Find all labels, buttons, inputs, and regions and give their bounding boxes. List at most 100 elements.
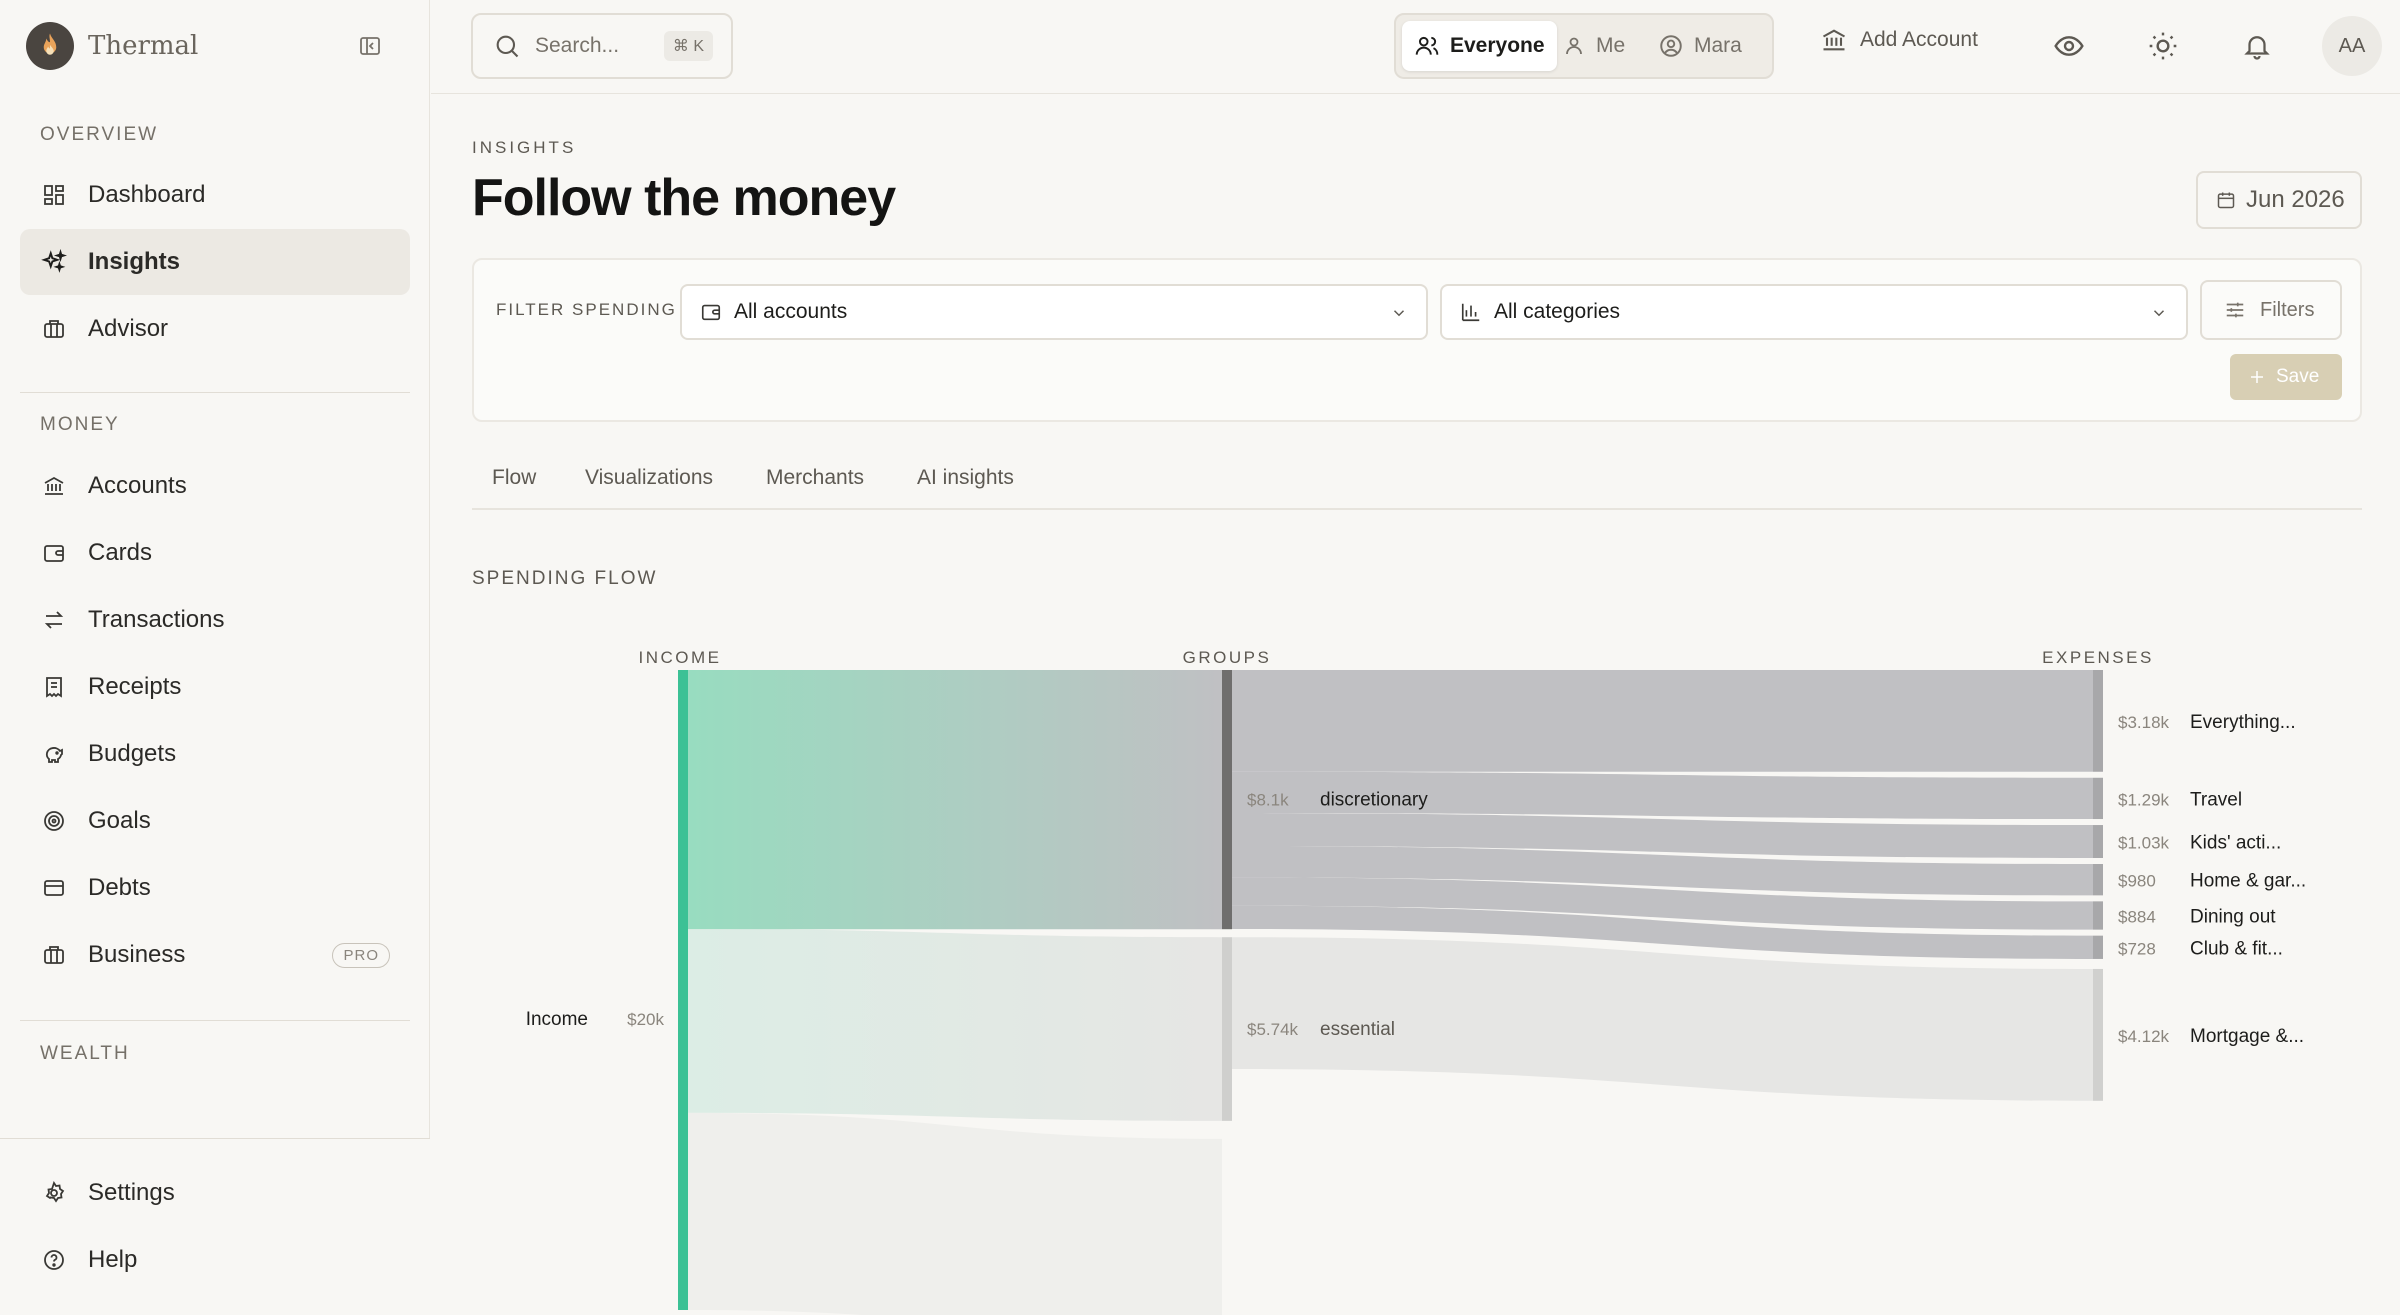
search-icon (493, 32, 521, 60)
sidebar-divider (20, 392, 410, 393)
page-eyebrow: INSIGHTS (472, 138, 577, 157)
sankey-link-income-essential[interactable] (688, 929, 1222, 1121)
view-tabs: Flow Visualizations Merchants AI insight… (472, 448, 2362, 510)
collapse-sidebar-icon[interactable] (356, 32, 384, 60)
briefcase-icon (40, 315, 68, 343)
section-label-wealth: WEALTH (40, 1043, 130, 1064)
sankey-label-essential: essential (1320, 1019, 1395, 1040)
search-shortcut: ⌘ K (663, 31, 713, 61)
calendar-icon (2216, 190, 2236, 210)
sun-icon[interactable] (2145, 28, 2181, 64)
sidebar-item-cards[interactable]: Cards (20, 520, 410, 586)
sidebar-item-advisor[interactable]: Advisor (20, 296, 410, 362)
column-label-expenses: EXPENSES (2042, 648, 2154, 667)
sparkles-icon (40, 248, 68, 276)
avatar[interactable]: AA (2322, 16, 2382, 76)
tab-ai-insights[interactable]: AI insights (917, 466, 1014, 490)
sidebar-item-insights[interactable]: Insights (20, 229, 410, 295)
plus-icon (2248, 368, 2266, 386)
users-icon (1414, 33, 1440, 59)
sidebar-item-help[interactable]: Help (20, 1227, 410, 1293)
gear-icon (40, 1179, 68, 1207)
categories-select[interactable]: All categories (1440, 284, 2188, 340)
sankey-node-essential[interactable] (1222, 937, 1232, 1121)
scope-label: Everyone (1450, 34, 1545, 57)
tab-visualizations[interactable]: Visualizations (585, 466, 713, 490)
sidebar-item-label: Transactions (88, 606, 225, 633)
sankey-label-kids: Kids' acti... (2190, 833, 2281, 854)
scope-mara-button[interactable]: Mara (1646, 21, 1754, 71)
eye-icon[interactable] (2051, 28, 2087, 64)
sidebar-item-label: Accounts (88, 472, 187, 499)
sankey-link-income-other[interactable] (688, 1112, 1222, 1315)
search-placeholder: Search... (535, 34, 620, 57)
filters-label: Filters (2260, 298, 2315, 321)
user-icon (1562, 34, 1586, 58)
sankey-node-mortgage[interactable] (2093, 968, 2103, 1101)
date-label: Jun 2026 (2246, 186, 2345, 213)
piggy-bank-icon (40, 740, 68, 768)
filter-panel: FILTER SPENDING All accounts All categor… (472, 258, 2362, 422)
accounts-select[interactable]: All accounts (680, 284, 1428, 340)
sankey-value-travel: $1.29k (2118, 790, 2170, 809)
date-picker-button[interactable]: Jun 2026 (2196, 171, 2362, 229)
sankey-node-discretionary[interactable] (1222, 670, 1232, 930)
flame-logo-icon (26, 22, 74, 70)
sidebar-item-settings[interactable]: Settings (20, 1160, 410, 1226)
brand[interactable]: Thermal (26, 22, 198, 70)
column-label-income: INCOME (639, 648, 722, 667)
tab-flow[interactable]: Flow (492, 466, 536, 490)
sankey-node-everything[interactable] (2093, 670, 2103, 772)
accounts-select-value: All accounts (734, 300, 848, 323)
sankey-node-travel[interactable] (2093, 777, 2103, 820)
sankey-node-club[interactable] (2093, 935, 2103, 959)
user-circle-icon (1658, 33, 1684, 59)
help-icon (40, 1246, 68, 1274)
sankey-value-income: $20k (627, 1010, 664, 1029)
sidebar-item-transactions[interactable]: Transactions (20, 587, 410, 653)
sidebar-item-goals[interactable]: Goals (20, 788, 410, 854)
sankey-value-everything: $3.18k (2118, 713, 2170, 732)
sidebar-item-label: Dashboard (88, 181, 206, 208)
sidebar-item-label: Budgets (88, 740, 177, 767)
sankey-label-home: Home & gar... (2190, 871, 2306, 892)
sankey-value-kids: $1.03k (2118, 834, 2170, 853)
filter-label: FILTER SPENDING (496, 300, 677, 319)
scope-me-button[interactable]: Me (1550, 21, 1637, 71)
search-input[interactable]: Search... ⌘ K (471, 13, 733, 79)
sankey-link-discretionary-everything[interactable] (1232, 670, 2093, 772)
sidebar-item-label: Advisor (88, 315, 169, 342)
sidebar-item-receipts[interactable]: Receipts (20, 654, 410, 720)
sidebar-item-budgets[interactable]: Budgets (20, 721, 410, 787)
sankey-label-dining: Dining out (2190, 907, 2276, 928)
spending-flow-sankey: INCOME GROUPS EXPENSES $3.18k Everything...… (526, 648, 2306, 1315)
sankey-value-dining: $884 (2118, 908, 2156, 927)
add-account-button[interactable]: Add Account (1820, 26, 1978, 54)
sidebar-item-dashboard[interactable]: Dashboard (20, 162, 410, 228)
sidebar-item-accounts[interactable]: Accounts (20, 453, 410, 519)
save-filter-button[interactable]: Save (2230, 354, 2342, 400)
sidebar-item-label: Business (88, 941, 186, 968)
filters-button[interactable]: Filters (2200, 280, 2342, 340)
sankey-node-income[interactable] (678, 670, 688, 1310)
sankey-node-home[interactable] (2093, 864, 2103, 896)
sidebar-item-business[interactable]: Business PRO (20, 922, 410, 988)
briefcase-icon (40, 941, 68, 969)
sankey-node-dining[interactable] (2093, 901, 2103, 930)
receipt-icon (40, 673, 68, 701)
sankey-node-kids[interactable] (2093, 825, 2103, 858)
sankey-link-income-discretionary[interactable] (688, 670, 1222, 930)
sidebar-item-label: Debts (88, 874, 151, 901)
tab-merchants[interactable]: Merchants (766, 466, 864, 490)
scope-everyone-button[interactable]: Everyone (1402, 21, 1557, 71)
sidebar-item-debts[interactable]: Debts (20, 855, 410, 921)
app-name: Thermal (88, 31, 199, 61)
sidebar-item-label: Goals (88, 807, 151, 834)
wallet-icon (40, 539, 68, 567)
bar-chart-icon (1460, 301, 1482, 323)
add-account-label: Add Account (1860, 28, 1978, 51)
sidebar-item-label: Help (88, 1246, 138, 1273)
bell-icon[interactable] (2239, 28, 2275, 64)
sidebar-item-label: Insights (88, 248, 181, 275)
chevron-down-icon (2150, 304, 2168, 322)
